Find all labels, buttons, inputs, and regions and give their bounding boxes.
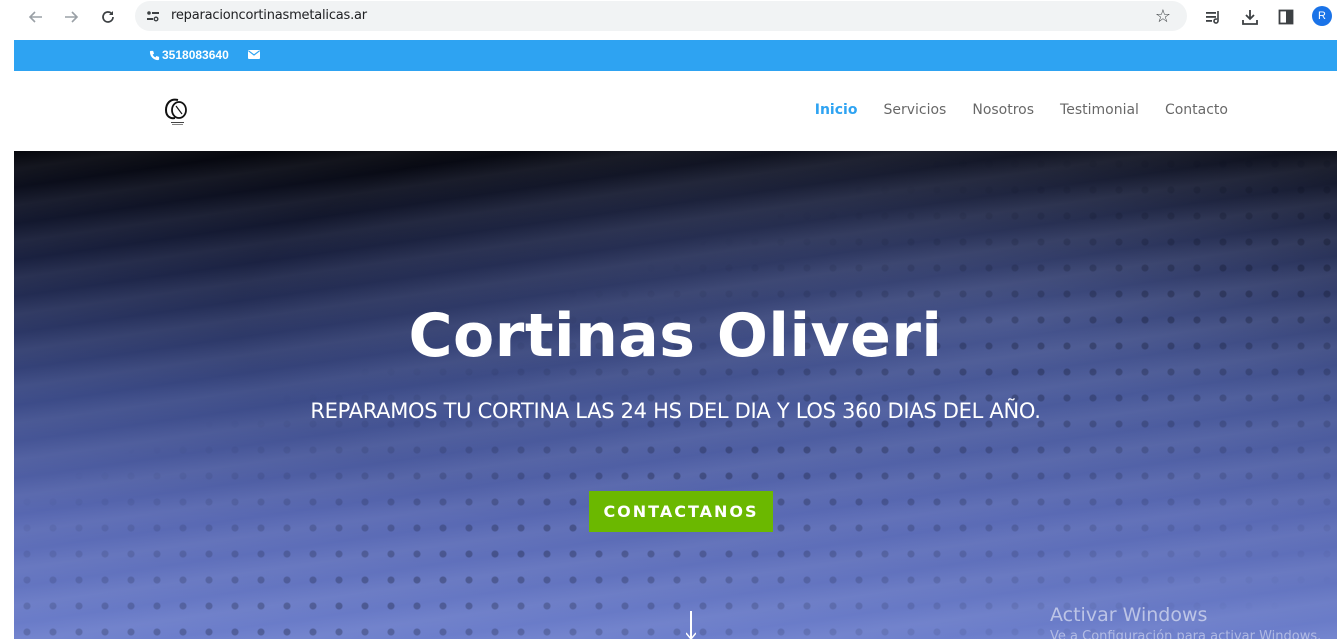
star-icon[interactable]: ☆ <box>1153 6 1173 26</box>
menu-item-testimonial[interactable]: Testimonial <box>1060 102 1139 118</box>
browser-toolbar: reparacioncortinasmetalicas.ar ☆ R <box>0 0 1337 33</box>
hero-background-perforation <box>14 151 1337 639</box>
back-arrow-icon[interactable] <box>25 6 47 28</box>
download-icon[interactable] <box>1239 6 1261 28</box>
webpage: 3518083640 Inicio Servicios Nosotros Tes… <box>14 40 1337 639</box>
mail-icon[interactable] <box>248 50 260 59</box>
site-header: Inicio Servicios Nosotros Testimonial Co… <box>14 71 1337 151</box>
hero-title: Cortinas Oliveri <box>408 301 943 371</box>
phone-number[interactable]: 3518083640 <box>162 48 229 62</box>
hero-section: Cortinas Oliveri REPARAMOS TU CORTINA LA… <box>14 151 1337 639</box>
menu-item-nosotros[interactable]: Nosotros <box>972 102 1034 118</box>
menu-item-inicio[interactable]: Inicio <box>815 102 858 118</box>
forward-arrow-icon[interactable] <box>60 6 82 28</box>
side-panel-icon[interactable] <box>1275 6 1297 28</box>
scroll-down-icon[interactable] <box>686 611 696 639</box>
logo[interactable] <box>162 95 192 129</box>
profile-avatar[interactable]: R <box>1312 6 1332 26</box>
url-text[interactable]: reparacioncortinasmetalicas.ar <box>171 8 367 23</box>
main-menu: Inicio Servicios Nosotros Testimonial Co… <box>789 102 1228 118</box>
phone-icon <box>149 50 160 60</box>
hero-subtitle: REPARAMOS TU CORTINA LAS 24 HS DEL DIA Y… <box>310 399 1041 423</box>
contact-cta-button[interactable]: CONTACTANOS <box>589 491 773 532</box>
contact-topbar: 3518083640 <box>14 40 1337 71</box>
menu-item-contacto[interactable]: Contacto <box>1165 102 1228 118</box>
address-bar[interactable]: reparacioncortinasmetalicas.ar ☆ <box>135 1 1187 31</box>
windows-watermark-title: Activar Windows <box>1050 604 1208 626</box>
menu-item-servicios[interactable]: Servicios <box>883 102 946 118</box>
site-info-icon[interactable] <box>145 8 161 24</box>
phone-link[interactable]: 3518083640 <box>149 48 229 62</box>
reload-icon[interactable] <box>97 6 119 28</box>
page-gutter <box>0 33 14 639</box>
reading-list-icon[interactable] <box>1203 6 1225 28</box>
windows-watermark-subtitle: Ve a Configuración para activar Windows. <box>1050 629 1322 639</box>
